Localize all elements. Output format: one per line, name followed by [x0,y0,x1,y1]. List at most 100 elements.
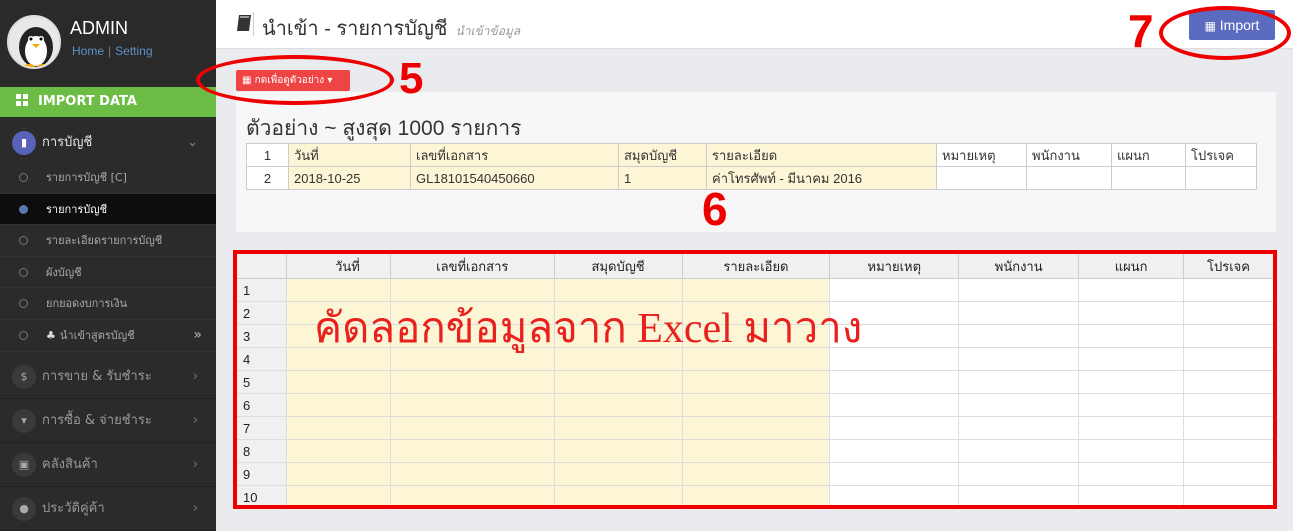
grid-cell[interactable] [1183,370,1274,394]
grid-cell[interactable] [1078,278,1185,302]
grid-cell[interactable] [681,416,831,440]
table-row[interactable]: 10 [236,485,1274,509]
table-row[interactable]: 6 [236,393,1274,417]
grid-cell[interactable] [958,324,1080,348]
grid-cell[interactable] [1183,416,1274,440]
sidebar-item-accounting[interactable]: ▮ การบัญชี ⌄ [0,124,216,162]
sidebar-subitem-import-formula[interactable]: ♣ นำเข้าสูตรบัญชี » [0,320,216,352]
grid-cell[interactable] [1078,416,1185,440]
grid-cell[interactable] [958,416,1080,440]
grid-cell[interactable] [1183,324,1274,348]
sidebar-subitem-chart-of-accounts[interactable]: ผังบัญชี [0,257,216,289]
row-number[interactable]: 7 [236,416,287,440]
grid-cell[interactable] [285,416,391,440]
grid-cell[interactable] [958,462,1080,486]
grid-cell[interactable] [1183,393,1274,417]
grid-cell[interactable] [1183,439,1274,463]
column-header[interactable]: สมุดบัญชี [553,253,683,279]
grid-cell[interactable] [389,393,555,417]
grid-cell[interactable] [285,462,391,486]
grid-cell[interactable] [958,393,1080,417]
column-header[interactable]: โปรเจค [1183,253,1274,279]
grid-cell[interactable] [389,439,555,463]
grid-cell[interactable] [681,370,831,394]
grid-cell[interactable] [958,301,1080,325]
grid-cell[interactable] [285,370,391,394]
grid-cell[interactable] [1078,370,1185,394]
grid-cell[interactable] [1183,485,1274,509]
grid-cell[interactable] [553,370,683,394]
grid-cell[interactable] [1078,347,1185,371]
table-row[interactable]: 8 [236,439,1274,463]
import-button[interactable]: ▦ Import [1189,10,1275,40]
grid-cell[interactable] [1078,393,1185,417]
grid-cell[interactable] [681,393,831,417]
grid-cell[interactable] [958,370,1080,394]
table-row[interactable]: 9 [236,462,1274,486]
row-number[interactable]: 4 [236,347,287,371]
grid-cell[interactable] [389,462,555,486]
row-number[interactable]: 6 [236,393,287,417]
grid-cell[interactable] [958,485,1080,509]
grid-cell[interactable] [553,416,683,440]
show-sample-button[interactable]: ▦ กดเพื่อดูตัวอย่าง ▾ [236,70,350,91]
grid-cell[interactable] [389,370,555,394]
corner-cell[interactable] [236,253,287,279]
column-header[interactable]: วันที่ [285,253,391,279]
sidebar-subitem-journal-c[interactable]: รายการบัญชี [C] [0,162,216,194]
row-number[interactable]: 8 [236,439,287,463]
sidebar-item-sales[interactable]: $ การขาย & รับชำระ › [0,355,216,399]
grid-cell[interactable] [958,347,1080,371]
column-header[interactable]: เลขที่เอกสาร [389,253,555,279]
row-number[interactable]: 1 [236,278,287,302]
grid-cell[interactable] [553,485,683,509]
grid-cell[interactable] [829,370,960,394]
grid-cell[interactable] [1183,278,1274,302]
paste-grid[interactable]: วันที่ เลขที่เอกสาร สมุดบัญชี รายละเอียด… [236,253,1274,509]
grid-cell[interactable] [1078,324,1185,348]
column-header[interactable]: รายละเอียด [681,253,831,279]
sidebar-item-purchases[interactable]: ▾ การซื้อ & จ่ายชำระ › [0,399,216,443]
grid-cell[interactable] [958,439,1080,463]
spreadsheet-table[interactable]: วันที่ เลขที่เอกสาร สมุดบัญชี รายละเอียด… [236,253,1274,509]
grid-cell[interactable] [1183,301,1274,325]
grid-cell[interactable] [1183,347,1274,371]
grid-cell[interactable] [829,439,960,463]
grid-cell[interactable] [553,462,683,486]
column-header[interactable]: หมายเหตุ [829,253,960,279]
grid-cell[interactable] [285,439,391,463]
grid-cell[interactable] [553,393,683,417]
grid-cell[interactable] [389,485,555,509]
grid-cell[interactable] [1078,301,1185,325]
row-number[interactable]: 3 [236,324,287,348]
grid-cell[interactable] [829,462,960,486]
sidebar-item-import-data[interactable]: IMPORT DATA [0,87,216,117]
grid-cell[interactable] [389,416,555,440]
grid-cell[interactable] [829,393,960,417]
table-row[interactable]: 5 [236,370,1274,394]
sidebar-item-partners[interactable]: ● ประวัติคู่ค้า › [0,487,216,531]
grid-cell[interactable] [553,439,683,463]
grid-cell[interactable] [829,416,960,440]
grid-cell[interactable] [1183,462,1274,486]
row-number[interactable]: 5 [236,370,287,394]
grid-cell[interactable] [681,462,831,486]
row-number[interactable]: 10 [236,485,287,509]
row-number[interactable]: 2 [236,301,287,325]
sidebar-subitem-journal[interactable]: รายการบัญชี [0,193,216,226]
grid-cell[interactable] [681,485,831,509]
sidebar-subitem-journal-detail[interactable]: รายละเอียดรายการบัญชี [0,225,216,257]
grid-cell[interactable] [1078,485,1185,509]
avatar[interactable] [7,15,61,69]
home-link[interactable]: Home [72,44,104,58]
table-row[interactable]: 7 [236,416,1274,440]
grid-cell[interactable] [1078,462,1185,486]
grid-cell[interactable] [829,485,960,509]
column-header[interactable]: พนักงาน [958,253,1080,279]
grid-cell[interactable] [1078,439,1185,463]
sidebar-subitem-balance-forward[interactable]: ยกยอดงบการเงิน [0,288,216,320]
grid-cell[interactable] [285,393,391,417]
grid-cell[interactable] [285,485,391,509]
grid-cell[interactable] [958,278,1080,302]
sidebar-item-inventory[interactable]: ▣ คลังสินค้า › [0,443,216,487]
